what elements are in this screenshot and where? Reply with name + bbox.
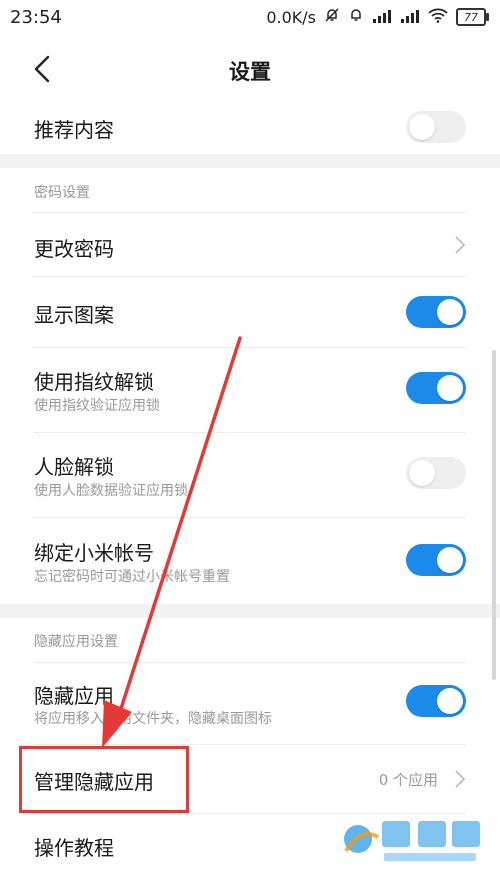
- status-time: 23:54: [10, 7, 62, 28]
- hide-apps-toggle[interactable]: [406, 685, 466, 717]
- silent-bell-icon: [324, 7, 340, 27]
- alarm-bell-icon: [348, 7, 364, 27]
- fingerprint-toggle[interactable]: [406, 372, 466, 404]
- signal-icon: [372, 8, 392, 27]
- row-show-pattern[interactable]: 显示图案: [0, 277, 500, 347]
- row-face-unlock[interactable]: 人脸解锁 使用人脸数据验证应用锁: [0, 433, 500, 517]
- row-title: 操作教程: [34, 836, 114, 860]
- row-title: 管理隐藏应用: [34, 770, 154, 794]
- row-title: 绑定小米帐号: [34, 541, 154, 565]
- section-header: 隐藏应用设置: [34, 634, 118, 650]
- row-change-password[interactable]: 更改密码: [0, 213, 500, 275]
- toggle-knob: [437, 547, 463, 573]
- section-header: 密码设置: [34, 185, 90, 201]
- wifi-icon: [428, 8, 448, 27]
- section-hidden-apps: 隐藏应用设置: [0, 618, 500, 662]
- row-subtitle: 将应用移入应用文件夹，隐藏桌面图标: [34, 711, 272, 727]
- section-gap: [0, 154, 500, 168]
- row-title: 使用指纹解锁: [34, 370, 154, 394]
- scrollbar[interactable]: [492, 350, 496, 680]
- watermark-logo-icon: [344, 821, 480, 861]
- row-title: 推荐内容: [34, 118, 114, 142]
- battery-icon: 77: [456, 8, 489, 26]
- toggle-knob: [437, 688, 463, 714]
- status-icons: 0.0K/s 77: [266, 7, 489, 27]
- row-subtitle: 使用指纹验证应用锁: [34, 398, 160, 414]
- row-title: 显示图案: [34, 303, 114, 327]
- toggle-knob: [409, 114, 435, 140]
- network-speed: 0.0K/s: [266, 7, 316, 27]
- face-unlock-toggle[interactable]: [406, 457, 466, 489]
- page-title: 设置: [229, 60, 271, 84]
- row-subtitle: 忘记密码时可通过小米帐号重置: [34, 569, 230, 585]
- row-title: 人脸解锁: [34, 455, 114, 479]
- chevron-right-icon: [455, 236, 466, 254]
- row-mi-account[interactable]: 绑定小米帐号 忘记密码时可通过小米帐号重置: [0, 518, 500, 604]
- row-subtitle: 使用人脸数据验证应用锁: [34, 483, 188, 499]
- mi-account-toggle[interactable]: [406, 544, 466, 576]
- row-title: 更改密码: [34, 237, 114, 261]
- toggle-knob: [437, 375, 463, 401]
- status-bar: 23:54 0.0K/s 77: [0, 0, 500, 36]
- section-password: 密码设置: [0, 168, 500, 212]
- row-manage-hidden-apps[interactable]: 管理隐藏应用 0 个应用: [0, 745, 500, 813]
- recommended-toggle[interactable]: [406, 111, 466, 143]
- row-title: 隐藏应用: [34, 684, 114, 708]
- section-gap: [0, 604, 500, 618]
- toggle-knob: [437, 299, 463, 325]
- show-pattern-toggle[interactable]: [406, 296, 466, 328]
- chevron-right-icon: [455, 770, 466, 788]
- title-bar: 设置: [0, 36, 500, 102]
- row-fingerprint[interactable]: 使用指纹解锁 使用指纹验证应用锁: [0, 348, 500, 432]
- row-recommended[interactable]: 推荐内容: [0, 102, 500, 154]
- row-hide-apps[interactable]: 隐藏应用 将应用移入应用文件夹，隐藏桌面图标: [0, 663, 500, 744]
- signal-icon-2: [400, 8, 420, 27]
- toggle-knob: [409, 460, 435, 486]
- hidden-app-count: 0 个应用: [378, 771, 438, 789]
